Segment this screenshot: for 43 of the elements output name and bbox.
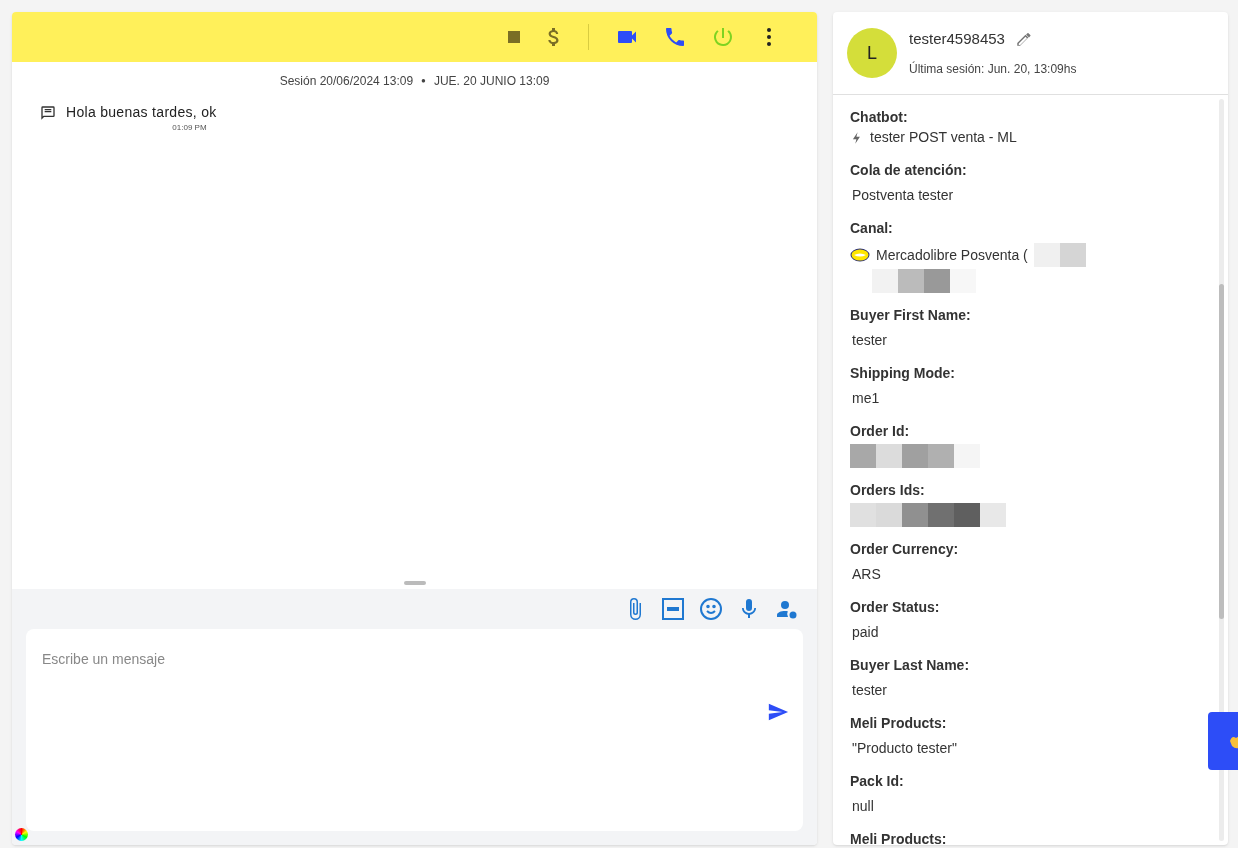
field-value: tester bbox=[852, 681, 888, 700]
session-label: Sesión 20/06/2024 13:09 bbox=[279, 73, 414, 90]
field-label: Buyer Last Name: bbox=[850, 656, 971, 674]
field-value: null bbox=[852, 797, 875, 816]
field-label: Order Status: bbox=[850, 598, 941, 616]
redacted-block bbox=[1033, 243, 1086, 267]
field-value: "Producto tester" bbox=[852, 739, 958, 758]
color-wheel-icon[interactable] bbox=[15, 828, 28, 841]
field-label: Chatbot: bbox=[850, 108, 909, 126]
separator-dot: ● bbox=[421, 75, 426, 87]
avatar: L bbox=[847, 28, 897, 78]
field-value: tester POST venta - ML bbox=[870, 128, 1017, 147]
field-label: Shipping Mode: bbox=[850, 364, 956, 382]
field-value: paid bbox=[852, 623, 880, 642]
field-label: Order Id: bbox=[850, 422, 911, 440]
field-value: me1 bbox=[852, 389, 881, 408]
pencil-icon[interactable] bbox=[1014, 30, 1033, 48]
message-time: 01:09 PM bbox=[172, 122, 207, 134]
field-label: Meli Products: bbox=[850, 830, 948, 845]
field-value: Mercadolibre Posventa ( bbox=[876, 245, 1028, 265]
message-text: Hola buenas tardes, ok bbox=[66, 103, 217, 122]
message-placeholder: Escribe un mensaje bbox=[42, 651, 165, 667]
wave-button[interactable] bbox=[1208, 712, 1238, 770]
emoji-icon[interactable] bbox=[699, 597, 723, 621]
field-value: Postventa tester bbox=[852, 186, 955, 205]
session-date: JUE. 20 JUNIO 13:09 bbox=[433, 73, 550, 90]
field-label: Buyer First Name: bbox=[850, 306, 972, 324]
field-label: Canal: bbox=[850, 219, 894, 237]
field-label: Orders Ids: bbox=[850, 481, 926, 499]
field-value: ARS bbox=[852, 565, 882, 584]
contact-name: tester4598453 bbox=[909, 28, 1005, 49]
field-label: Order Currency: bbox=[850, 540, 960, 558]
field-label: Meli Products: bbox=[850, 714, 948, 732]
send-icon[interactable] bbox=[767, 701, 789, 723]
message-input[interactable]: Escribe un mensaje bbox=[26, 629, 803, 831]
message-icon bbox=[40, 104, 56, 121]
gif-icon[interactable] bbox=[661, 597, 685, 621]
field-label: Pack Id: bbox=[850, 772, 905, 790]
last-session: Última sesión: Jun. 20, 13:09hs bbox=[909, 60, 1077, 79]
resize-handle[interactable] bbox=[403, 581, 426, 585]
field-value: tester bbox=[852, 331, 888, 350]
field-label: Cola de atención: bbox=[850, 161, 968, 179]
phone-icon[interactable] bbox=[663, 25, 687, 49]
